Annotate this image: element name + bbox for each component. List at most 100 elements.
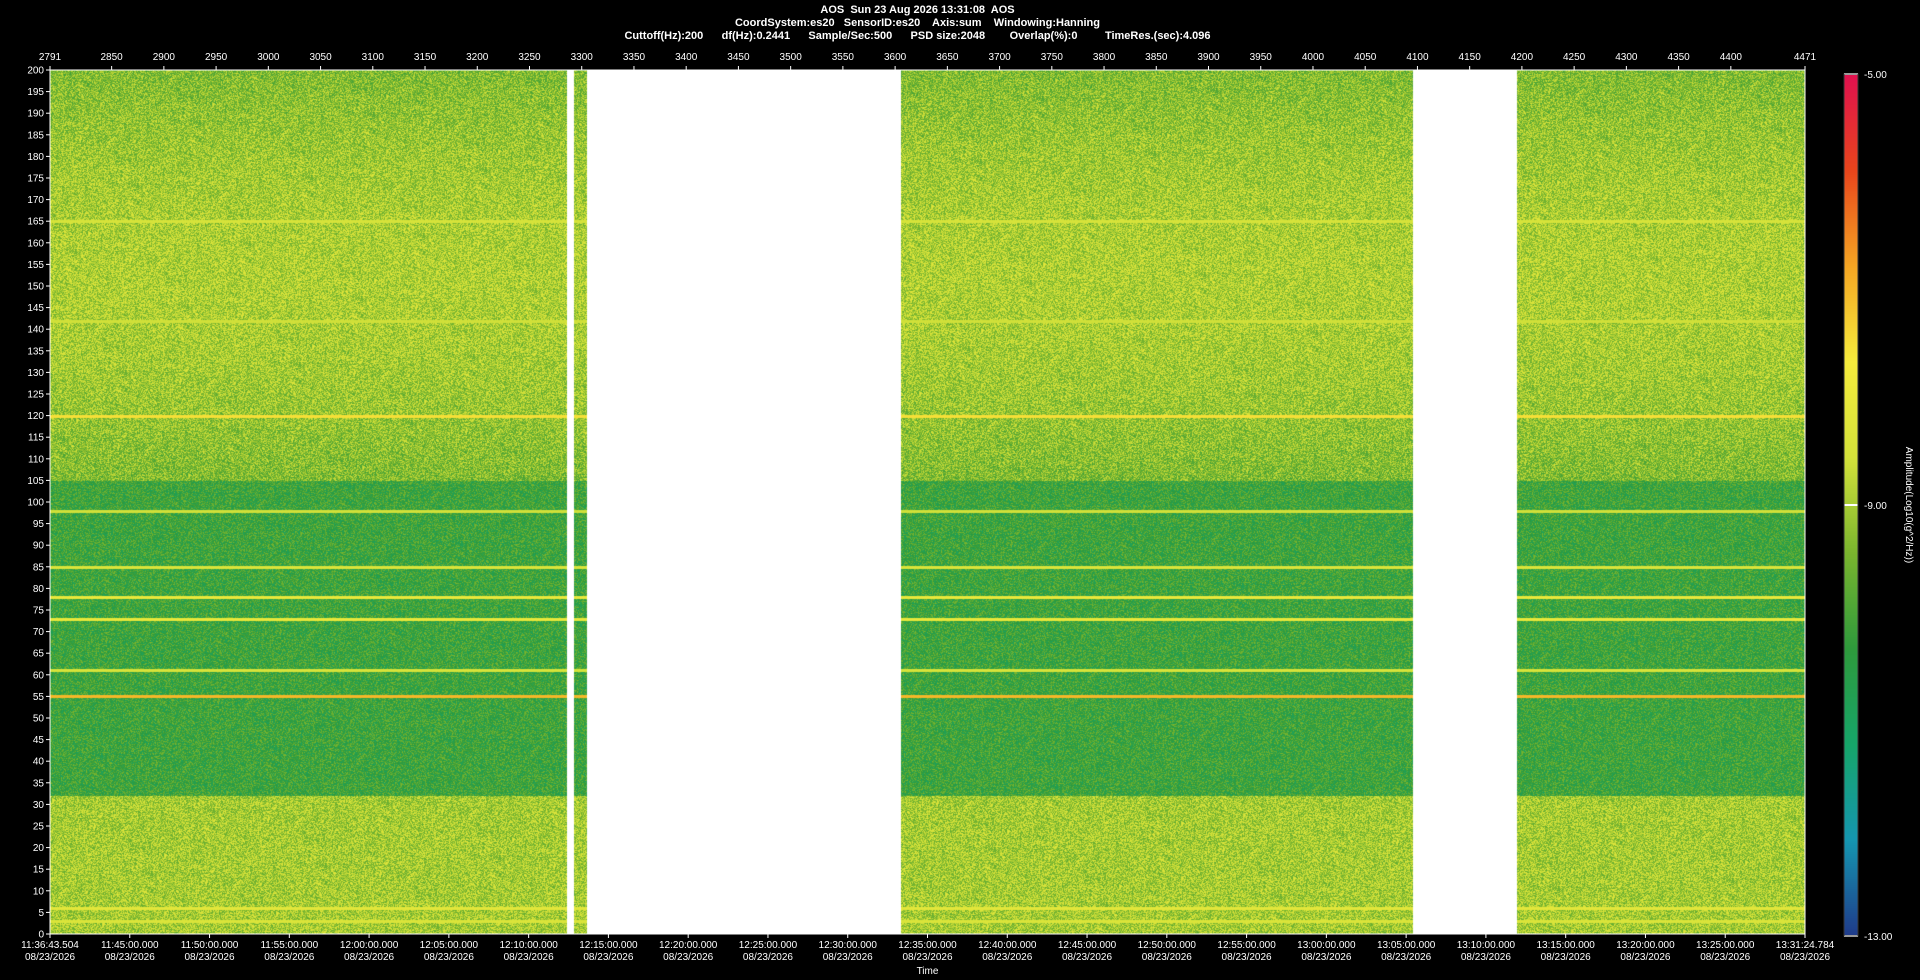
top-tick-label: 4150 bbox=[1459, 52, 1482, 63]
top-tick-label: 3450 bbox=[727, 52, 750, 63]
y-tick-label: 105 bbox=[27, 476, 44, 487]
bottom-tick-date-label: 08/23/2026 bbox=[25, 952, 75, 963]
bottom-tick-date-label: 08/23/2026 bbox=[1700, 952, 1750, 963]
bottom-tick-time-label: 13:15:00.000 bbox=[1536, 940, 1595, 951]
bottom-tick-time-label: 13:05:00.000 bbox=[1377, 940, 1436, 951]
top-tick-label: 2850 bbox=[101, 52, 124, 63]
y-tick-label: 190 bbox=[27, 109, 44, 120]
y-tick-label: 175 bbox=[27, 174, 44, 185]
bottom-tick-date-label: 08/23/2026 bbox=[663, 952, 713, 963]
bottom-tick-time-label: 12:15:00.000 bbox=[579, 940, 638, 951]
top-tick-label: 2950 bbox=[205, 52, 228, 63]
bottom-tick-time-label: 11:50:00.000 bbox=[181, 940, 239, 951]
top-tick-label: 3750 bbox=[1041, 52, 1064, 63]
top-tick-label: 3500 bbox=[780, 52, 803, 63]
bottom-tick-date-label: 08/23/2026 bbox=[504, 952, 554, 963]
y-tick-label: 75 bbox=[33, 606, 45, 617]
y-tick-label: 15 bbox=[33, 865, 45, 876]
top-tick-label: 3550 bbox=[832, 52, 855, 63]
top-tick-label: 2900 bbox=[153, 52, 176, 63]
y-tick-label: 5 bbox=[38, 908, 44, 919]
top-tick-label: 3150 bbox=[414, 52, 437, 63]
bottom-tick-time-label: 12:00:00.000 bbox=[340, 940, 399, 951]
bottom-tick-time-label: 12:10:00.000 bbox=[499, 940, 558, 951]
top-tick-label: 3800 bbox=[1093, 52, 1116, 63]
y-tick-label: 185 bbox=[27, 130, 44, 141]
y-tick-label: 130 bbox=[27, 368, 44, 379]
bottom-tick-date-label: 08/23/2026 bbox=[1301, 952, 1351, 963]
bottom-tick-time-label: 13:25:00.000 bbox=[1696, 940, 1755, 951]
y-tick-label: 115 bbox=[28, 433, 44, 444]
top-tick-label: 3900 bbox=[1197, 52, 1220, 63]
y-tick-label: 60 bbox=[33, 670, 45, 681]
top-tick-label: 4050 bbox=[1354, 52, 1377, 63]
bottom-tick-date-label: 08/23/2026 bbox=[1541, 952, 1591, 963]
y-tick-label: 165 bbox=[27, 217, 44, 228]
bottom-tick-date-label: 08/23/2026 bbox=[1780, 952, 1830, 963]
y-tick-label: 85 bbox=[33, 562, 45, 573]
bottom-tick-date-label: 08/23/2026 bbox=[1620, 952, 1670, 963]
bottom-tick-time-label: 13:00:00.000 bbox=[1297, 940, 1356, 951]
y-tick-label: 170 bbox=[27, 195, 44, 206]
y-tick-label: 20 bbox=[33, 843, 45, 854]
y-tick-label: 135 bbox=[27, 346, 44, 357]
y-tick-label: 180 bbox=[27, 152, 44, 163]
top-tick-label: 4471 bbox=[1794, 52, 1817, 63]
bottom-tick-time-label: 12:25:00.000 bbox=[739, 940, 798, 951]
bottom-tick-time-label: 13:31:24.784 bbox=[1776, 940, 1835, 951]
y-tick-label: 10 bbox=[33, 886, 45, 897]
bottom-tick-time-label: 11:45:00.000 bbox=[101, 940, 159, 951]
top-tick-label: 3400 bbox=[675, 52, 698, 63]
y-tick-label: 80 bbox=[33, 584, 45, 595]
bottom-tick-date-label: 08/23/2026 bbox=[424, 952, 474, 963]
top-tick-label: 4200 bbox=[1511, 52, 1534, 63]
bottom-tick-date-label: 08/23/2026 bbox=[185, 952, 235, 963]
top-tick-label: 3300 bbox=[571, 52, 594, 63]
y-tick-label: 195 bbox=[27, 87, 44, 98]
y-tick-label: 100 bbox=[27, 498, 44, 509]
top-tick-label: 3650 bbox=[936, 52, 959, 63]
y-tick-label: 145 bbox=[27, 303, 44, 314]
spectrogram-window: AOS Sun 23 Aug 2026 13:31:08 AOS CoordSy… bbox=[0, 0, 1920, 980]
colorbar-tick-label: -13.00 bbox=[1864, 932, 1893, 943]
y-tick-label: 90 bbox=[33, 541, 45, 552]
y-tick-label: 140 bbox=[27, 325, 44, 336]
y-tick-label: 65 bbox=[33, 649, 45, 660]
bottom-tick-date-label: 08/23/2026 bbox=[1062, 952, 1112, 963]
bottom-tick-date-label: 08/23/2026 bbox=[823, 952, 873, 963]
plot-frame bbox=[49, 69, 1806, 935]
bottom-tick-time-label: 12:05:00.000 bbox=[420, 940, 479, 951]
top-tick-label: 3350 bbox=[623, 52, 646, 63]
top-tick-label: 2791 bbox=[39, 52, 62, 63]
bottom-tick-time-label: 12:45:00.000 bbox=[1058, 940, 1117, 951]
top-tick-label: 3850 bbox=[1145, 52, 1168, 63]
y-tick-label: 150 bbox=[27, 282, 44, 293]
y-tick-label: 45 bbox=[33, 735, 45, 746]
bottom-tick-time-label: 11:36:43.504 bbox=[21, 940, 79, 951]
top-tick-label: 3200 bbox=[466, 52, 489, 63]
top-tick-label: 4000 bbox=[1302, 52, 1325, 63]
top-tick-label: 4400 bbox=[1720, 52, 1743, 63]
y-tick-label: 95 bbox=[33, 519, 45, 530]
y-tick-label: 55 bbox=[33, 692, 45, 703]
bottom-tick-time-label: 11:55:00.000 bbox=[260, 940, 318, 951]
top-tick-label: 4250 bbox=[1563, 52, 1586, 63]
y-tick-label: 160 bbox=[27, 238, 44, 249]
bottom-tick-date-label: 08/23/2026 bbox=[1381, 952, 1431, 963]
bottom-tick-date-label: 08/23/2026 bbox=[264, 952, 314, 963]
bottom-tick-date-label: 08/23/2026 bbox=[743, 952, 793, 963]
y-tick-label: 30 bbox=[33, 800, 45, 811]
y-tick-label: 25 bbox=[33, 822, 45, 833]
bottom-tick-time-label: 12:40:00.000 bbox=[978, 940, 1037, 951]
bottom-tick-date-label: 08/23/2026 bbox=[902, 952, 952, 963]
bottom-tick-date-label: 08/23/2026 bbox=[105, 952, 155, 963]
chart-axes: 0 5 10 15 20 25 30 35 40 45 50 55 60 65 70 75 80 85 90 95 10… bbox=[21, 52, 1914, 977]
bottom-tick-date-label: 08/23/2026 bbox=[1222, 952, 1272, 963]
bottom-tick-date-label: 08/23/2026 bbox=[1142, 952, 1192, 963]
top-tick-label: 3250 bbox=[518, 52, 541, 63]
bottom-tick-date-label: 08/23/2026 bbox=[344, 952, 394, 963]
bottom-tick-date-label: 08/23/2026 bbox=[583, 952, 633, 963]
top-tick-label: 3000 bbox=[257, 52, 280, 63]
top-tick-label: 3050 bbox=[309, 52, 332, 63]
bottom-tick-time-label: 12:50:00.000 bbox=[1138, 940, 1197, 951]
